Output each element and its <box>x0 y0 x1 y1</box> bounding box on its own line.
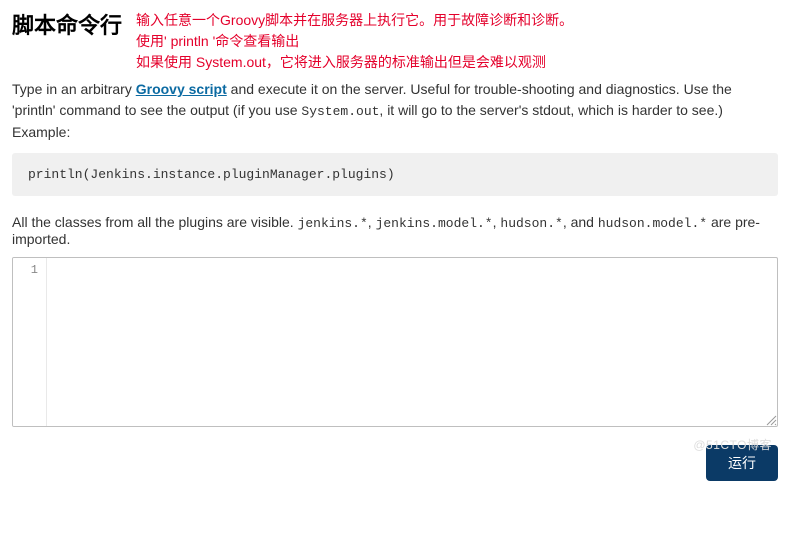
resize-handle-icon[interactable] <box>765 414 777 426</box>
example-code-block: println(Jenkins.instance.pluginManager.p… <box>12 153 778 196</box>
translation-note: 输入任意一个Groovy脚本并在服务器上执行它。用于故障诊断和诊断。 使用' p… <box>136 10 573 73</box>
script-editor[interactable]: 1 <box>12 257 778 427</box>
classes-prefix: All the classes from all the plugins are… <box>12 214 298 230</box>
page-title: 脚本命令行 <box>12 8 122 40</box>
sep3: , and <box>563 214 598 230</box>
groovy-script-link[interactable]: Groovy script <box>136 81 227 97</box>
system-out-code: System.out <box>301 104 379 119</box>
import-hudson: hudson.* <box>500 216 562 231</box>
note-line-3: 如果使用 System.out，它将进入服务器的标准输出但是会难以观测 <box>136 52 573 73</box>
import-jenkins-model: jenkins.model.* <box>376 216 493 231</box>
sep1: , <box>368 214 376 230</box>
note-line-2: 使用' println '命令查看输出 <box>136 31 573 52</box>
import-hudson-model: hudson.model.* <box>598 216 707 231</box>
description-text: Type in an arbitrary Groovy script and e… <box>12 79 778 143</box>
editor-gutter: 1 <box>13 258 47 426</box>
import-jenkins: jenkins.* <box>298 216 368 231</box>
desc-prefix: Type in an arbitrary <box>12 81 136 97</box>
run-button[interactable]: 运行 <box>706 445 778 481</box>
note-line-1: 输入任意一个Groovy脚本并在服务器上执行它。用于故障诊断和诊断。 <box>136 10 573 31</box>
editor-textarea[interactable] <box>47 258 777 426</box>
line-number: 1 <box>13 261 46 279</box>
classes-note: All the classes from all the plugins are… <box>12 214 778 247</box>
